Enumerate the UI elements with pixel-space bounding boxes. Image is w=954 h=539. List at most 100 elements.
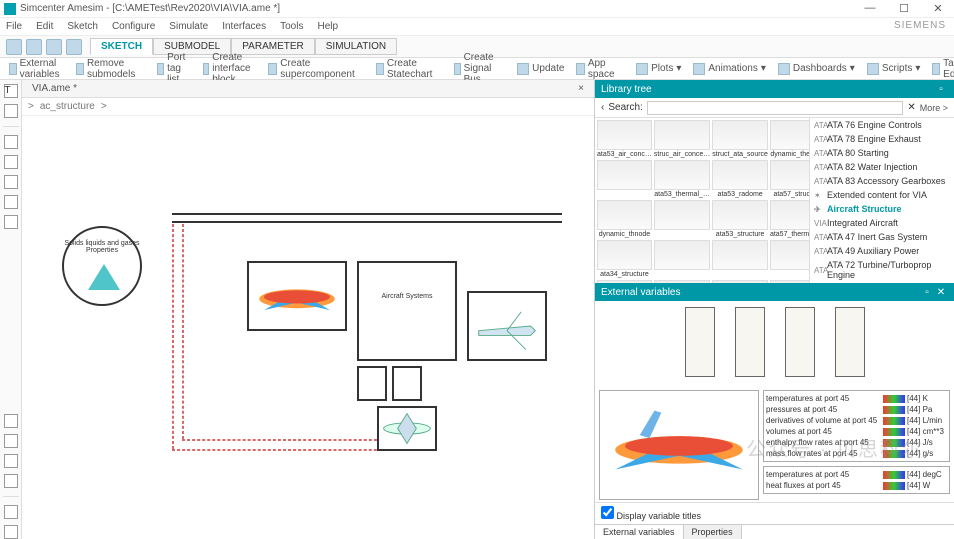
variable-row[interactable]: heat fluxes at port 45[44] W [766,480,947,491]
library-thumbnail[interactable] [654,200,710,238]
image-tool-icon[interactable] [4,104,18,118]
btn-app-space[interactable]: App space [573,58,621,80]
library-thumbnail[interactable] [597,160,652,198]
clear-icon[interactable]: ✕ [907,102,915,113]
library-thumbnail[interactable]: ata57_structure [770,160,809,198]
library-thumbnail[interactable]: ata53_radome [712,160,768,198]
document-tab[interactable]: VIA.ame * × [22,80,594,98]
arrow-tool-icon[interactable] [4,155,18,169]
aircraft-sketch-block[interactable] [467,291,547,361]
birdseye-icon[interactable] [4,505,18,519]
external-variables-header[interactable]: External variables ▫ ✕ [595,283,954,301]
tree-item[interactable]: ATAATA 83 Accessory Gearboxes [810,174,954,188]
chevron-left-icon[interactable]: ‹ [601,102,604,113]
mode-tab-simulation[interactable]: SIMULATION [315,38,397,55]
port-block[interactable] [785,307,815,377]
library-thumbnail[interactable]: ata57_thermal_… [770,200,809,238]
btn-remove-submodels[interactable]: Remove submodels [73,58,142,80]
panel-pin-icon[interactable]: ▫ [920,287,934,298]
btn-external-variables[interactable]: External variables [6,58,67,80]
library-thumbnail[interactable] [770,240,809,278]
port-block[interactable] [735,307,765,377]
ellipse-tool-icon[interactable] [4,195,18,209]
btn-scripts[interactable]: Scripts▾ [864,63,924,75]
tree-item[interactable]: ATAATA 80 Starting [810,146,954,160]
grid-icon[interactable] [4,525,18,539]
aircraft-preview[interactable] [599,390,759,500]
tree-item[interactable]: ATAATA 72 Turbine/Turboprop Engine [810,258,954,282]
tab-close-button[interactable]: × [574,83,588,94]
aircraft-block[interactable] [247,261,347,331]
tree-item[interactable]: ✶Extended content for VIA [810,188,954,202]
menu-edit[interactable]: Edit [36,21,53,32]
library-thumbnail[interactable] [654,240,710,278]
tree-item[interactable]: ATAATA 49 Auxiliary Power [810,244,954,258]
library-tree-header[interactable]: Library tree ▫ [595,80,954,98]
btn-plots[interactable]: Plots▾ [633,63,684,75]
sub-block-1[interactable] [357,366,387,401]
properties-block[interactable]: Solids liquids and gases Properties [62,226,142,306]
tree-item[interactable]: ATAATA 78 Engine Exhaust [810,132,954,146]
variable-row[interactable]: pressures at port 45[44] Pa [766,404,947,415]
panel-pin-icon[interactable]: ▫ [934,84,948,95]
sub-block-2[interactable] [392,366,422,401]
maximize-button[interactable]: ☐ [892,2,916,15]
port-block[interactable] [685,307,715,377]
variable-row[interactable]: derivatives of volume at port 45[44] L/m… [766,415,947,426]
close-button[interactable]: ✕ [926,2,950,15]
library-search-input[interactable] [647,101,904,115]
zoom-out-icon[interactable] [4,454,18,468]
port-block[interactable] [835,307,865,377]
menu-file[interactable]: File [6,21,22,32]
toolbar-icon[interactable] [6,39,22,55]
display-titles-checkbox[interactable] [601,506,614,519]
btn-table-editor[interactable]: Table Editor [929,58,954,80]
library-thumbnail[interactable]: ata53_structure [712,200,768,238]
variable-row[interactable]: enthalpy flow rates at port 45[44] J/s [766,437,947,448]
tab-properties[interactable]: Properties [684,525,742,539]
library-thumbnail[interactable]: dynamic_thnode [597,200,652,238]
breadcrumb-item[interactable]: ac_structure [40,101,95,112]
zoom-area-icon[interactable] [4,474,18,488]
tab-external-variables[interactable]: External variables [595,525,684,539]
menu-simulate[interactable]: Simulate [169,21,208,32]
menu-help[interactable]: Help [317,21,338,32]
menu-sketch[interactable]: Sketch [67,21,98,32]
tree-item[interactable]: ATAATA 82 Water Injection [810,160,954,174]
menu-configure[interactable]: Configure [112,21,155,32]
variable-row[interactable]: temperatures at port 45[44] K [766,393,947,404]
btn-update[interactable]: Update [514,63,567,75]
library-thumbnail[interactable]: ata53_thermal_… [654,160,710,198]
sketch-canvas[interactable]: Solids liquids and gases Properties Airc… [22,116,594,539]
line-tool-icon[interactable] [4,135,18,149]
variable-row[interactable]: mass flow rates at port 45[44] g/s [766,448,947,459]
toolbar-icon[interactable] [66,39,82,55]
library-thumbnail[interactable]: struc_air_conce… [654,120,710,158]
library-thumbnail[interactable]: dynamic_therm… [770,120,809,158]
rect-tool-icon[interactable] [4,175,18,189]
library-thumbnail[interactable] [712,240,768,278]
library-thumbnail[interactable]: struct_ata_source [712,120,768,158]
library-thumbnails[interactable]: ata53_air_conc…struc_air_conce…struct_at… [595,118,809,283]
tree-item[interactable]: ATAATA 76 Engine Controls [810,118,954,132]
variable-row[interactable]: volumes at port 45[44] cm**3 [766,426,947,437]
toolbar-icon[interactable] [46,39,62,55]
minimize-button[interactable]: — [858,2,882,15]
tree-item[interactable]: ATAATA 47 Inert Gas System [810,230,954,244]
text-tool-icon[interactable]: T [4,84,18,98]
aircraft-systems-block[interactable]: Aircraft Systems [357,261,457,361]
variable-row[interactable]: temperatures at port 45[44] degC [766,469,947,480]
fit-icon[interactable] [4,414,18,428]
toolbar-icon[interactable] [26,39,42,55]
btn-dashboards[interactable]: Dashboards▾ [775,63,858,75]
menu-tools[interactable]: Tools [280,21,303,32]
library-thumbnail[interactable]: ata53_air_conc… [597,120,652,158]
aircraft-topview-block[interactable] [377,406,437,451]
btn-create-statechart[interactable]: Create Statechart [373,58,440,80]
btn-create-supercomponent[interactable]: Create supercomponent [265,58,361,80]
menu-interfaces[interactable]: Interfaces [222,21,266,32]
breadcrumb[interactable]: > ac_structure > [22,98,594,116]
panel-close-icon[interactable]: ✕ [934,287,948,298]
mode-tab-sketch[interactable]: SKETCH [90,38,153,55]
tree-item[interactable]: VIAIntegrated Aircraft [810,216,954,230]
